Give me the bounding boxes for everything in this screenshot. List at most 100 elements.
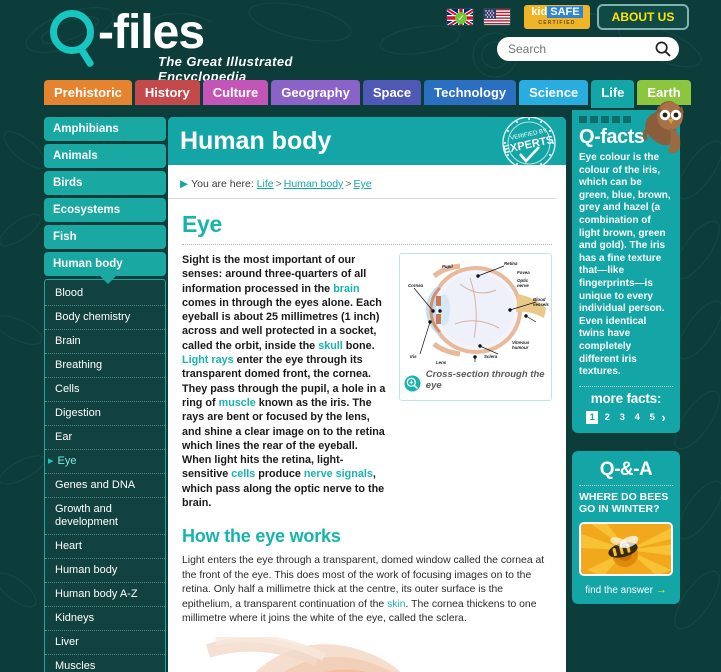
sidebar-item-animals[interactable]: Animals: [44, 144, 166, 168]
kidsafe-certified-badge[interactable]: kid SAFE CERTIFIED: [524, 5, 590, 29]
sidebar-subitem-eye[interactable]: Eye: [45, 450, 165, 474]
sidebar-subitem-blood[interactable]: Blood: [45, 282, 165, 306]
breadcrumb: ▶ You are here: Life > Human body > Eye: [168, 165, 556, 199]
nav-tab-life[interactable]: Life: [591, 80, 635, 108]
breadcrumb-arrow-icon: ▶: [180, 178, 189, 190]
inline-link[interactable]: Light rays: [182, 354, 234, 366]
nav-tab-culture[interactable]: Culture: [202, 80, 269, 105]
bee-on-flower-image: [581, 523, 671, 574]
sidebar-subitem-human-body-a-z[interactable]: Human body A-Z: [45, 583, 165, 607]
eye-diagram-illustration: Retina Fovea Optic nerve Blood vessels V…: [408, 261, 549, 365]
sidebar-category-list: Amphibians Animals Birds Ecosystems Fish Huma…: [44, 117, 166, 284]
about-us-button[interactable]: ABOUT US: [597, 4, 689, 30]
figure-label-cornea: Cornea: [408, 283, 424, 288]
breadcrumb-link-life[interactable]: Life: [257, 178, 274, 190]
kidsafe-kid-text: kid: [531, 6, 548, 18]
sidebar-subitem-body-chemistry[interactable]: Body chemistry: [45, 306, 165, 330]
kidsafe-certified-text: CERTIFIED: [538, 20, 576, 26]
facts-page-2[interactable]: 2: [601, 411, 613, 424]
q-and-a-bee-photo[interactable]: [579, 521, 673, 576]
inline-link[interactable]: muscle: [219, 397, 256, 409]
search-icon[interactable]: [655, 41, 671, 57]
q-facts-dot: [579, 116, 587, 123]
paragraph-text: bone.: [342, 339, 375, 352]
search-input[interactable]: [508, 38, 660, 60]
sidebar-subitem-brain[interactable]: Brain: [45, 330, 165, 354]
article-body: Eye Sight is the most important of our s…: [168, 199, 566, 627]
site-logo[interactable]: -files The Great Illustrated Encyclopedi…: [46, 4, 366, 84]
eye-focusing-figure[interactable]: Retina Iris Vitreous: [168, 636, 566, 672]
sidebar-item-amphibians[interactable]: Amphibians: [44, 117, 166, 141]
sidebar-subitem-genes-and-dna[interactable]: Genes and DNA: [45, 474, 165, 498]
logo-files-text: -files: [98, 6, 205, 59]
q-facts-panel: Q-facts Eye colour is the colour of the …: [572, 101, 684, 433]
facts-page-4[interactable]: 4: [631, 411, 643, 424]
q-and-a-panel: Q-&-A WHERE DO BEES GO IN WINTER? find t…: [572, 450, 680, 604]
nav-tab-history[interactable]: History: [134, 80, 200, 105]
nav-tab-technology[interactable]: Technology: [424, 80, 517, 105]
inline-link[interactable]: skin: [387, 599, 405, 610]
nav-tab-prehistoric[interactable]: Prehistoric: [44, 80, 132, 105]
sidebar-subcategory-list: Blood Body chemistry Brain Breathing Cells Di…: [44, 279, 166, 672]
sidebar-subitem-growth-and-development[interactable]: Growth and development: [45, 498, 165, 535]
paragraph-text: produce: [255, 468, 304, 481]
verified-by-experts-stamp-icon: VERIFIED BY EXPERTS: [502, 117, 556, 170]
sidebar-subitem-cells[interactable]: Cells: [45, 378, 165, 402]
facts-page-5[interactable]: 5: [646, 411, 658, 424]
breadcrumb-separator-1: >: [275, 178, 282, 190]
q-and-a-title-q: Q: [599, 458, 615, 480]
figure-label-iris: Iris: [410, 354, 417, 359]
sidebar-subitem-liver[interactable]: Liver: [45, 631, 165, 655]
nav-tab-space[interactable]: Space: [362, 80, 422, 105]
sidebar-item-ecosystems[interactable]: Ecosystems: [44, 198, 166, 222]
q-facts-dot: [612, 116, 620, 123]
inline-link[interactable]: brain: [333, 283, 359, 295]
category-sidebar: Amphibians Animals Birds Ecosystems Fish Huma…: [44, 117, 166, 672]
inline-link[interactable]: cells: [231, 468, 255, 480]
eye-figure-caption: Cross-section through the eye: [425, 369, 545, 391]
figure-label-sclera: Sclera: [484, 354, 498, 359]
article-heading: Eye: [182, 211, 223, 237]
sidebar-subitem-kidneys[interactable]: Kidneys: [45, 607, 165, 631]
sidebar-subitem-muscles[interactable]: Muscles: [45, 655, 165, 672]
facts-pagination: 1 2 3 4 5 ›: [579, 410, 673, 425]
content-header: Human body VERIFIED BY EXPERTS: [168, 117, 566, 170]
inline-link[interactable]: nerve signals: [304, 468, 373, 480]
breadcrumb-link-eye[interactable]: Eye: [353, 178, 371, 190]
eye-cross-section-figure[interactable]: Retina Fovea Optic nerve Blood vessels V…: [398, 253, 552, 401]
facts-page-1[interactable]: 1: [586, 410, 599, 424]
q-and-a-divider: [579, 484, 673, 486]
right-sidebar: Q-facts Eye colour is the colour of the …: [572, 101, 684, 604]
us-flag-icon[interactable]: [483, 8, 511, 26]
sidebar-subitem-breathing[interactable]: Breathing: [45, 354, 165, 378]
owl-mascot-icon: [642, 101, 684, 154]
facts-page-3[interactable]: 3: [616, 411, 628, 424]
sidebar-item-human-body[interactable]: Human body: [44, 252, 166, 284]
nav-tab-science[interactable]: Science: [519, 80, 589, 105]
main-navigation: Prehistoric History Culture Geography Space T…: [44, 80, 691, 108]
figure-label-lens: Lens: [436, 360, 447, 365]
uk-flag-icon[interactable]: ✓: [446, 8, 474, 26]
sidebar-subitem-human-body[interactable]: Human body: [45, 559, 165, 583]
submenu-arrow-icon: [100, 276, 116, 284]
figure-label-optic-nerve-2: nerve: [517, 283, 529, 288]
facts-next-icon[interactable]: ›: [661, 410, 665, 425]
q-facts-title-rest: -facts: [594, 126, 645, 148]
sidebar-subitem-heart[interactable]: Heart: [45, 535, 165, 559]
section-heading-how-the-eye-works: How the eye works: [182, 526, 341, 547]
find-the-answer-link[interactable]: find the answer →: [579, 584, 673, 596]
breadcrumb-link-human-body[interactable]: Human body: [284, 178, 344, 190]
logo-q-ring-icon: [50, 10, 94, 54]
inline-link[interactable]: skull: [318, 340, 343, 352]
kidsafe-badge-top: kid SAFE: [524, 5, 590, 19]
sidebar-item-fish[interactable]: Fish: [44, 225, 166, 249]
search-box[interactable]: [497, 37, 679, 61]
q-and-a-title-rest: -&-A: [614, 458, 653, 480]
sidebar-item-birds[interactable]: Birds: [44, 171, 166, 195]
nav-tab-geography[interactable]: Geography: [271, 80, 360, 105]
figure-label-blood-vessels-2: vessels: [533, 302, 549, 307]
section-paragraph: Light enters the eye through a transpare…: [182, 554, 552, 627]
eye-focusing-illustration: Retina Iris Vitreous: [168, 636, 566, 672]
sidebar-subitem-ear[interactable]: Ear: [45, 426, 165, 450]
sidebar-subitem-digestion[interactable]: Digestion: [45, 402, 165, 426]
